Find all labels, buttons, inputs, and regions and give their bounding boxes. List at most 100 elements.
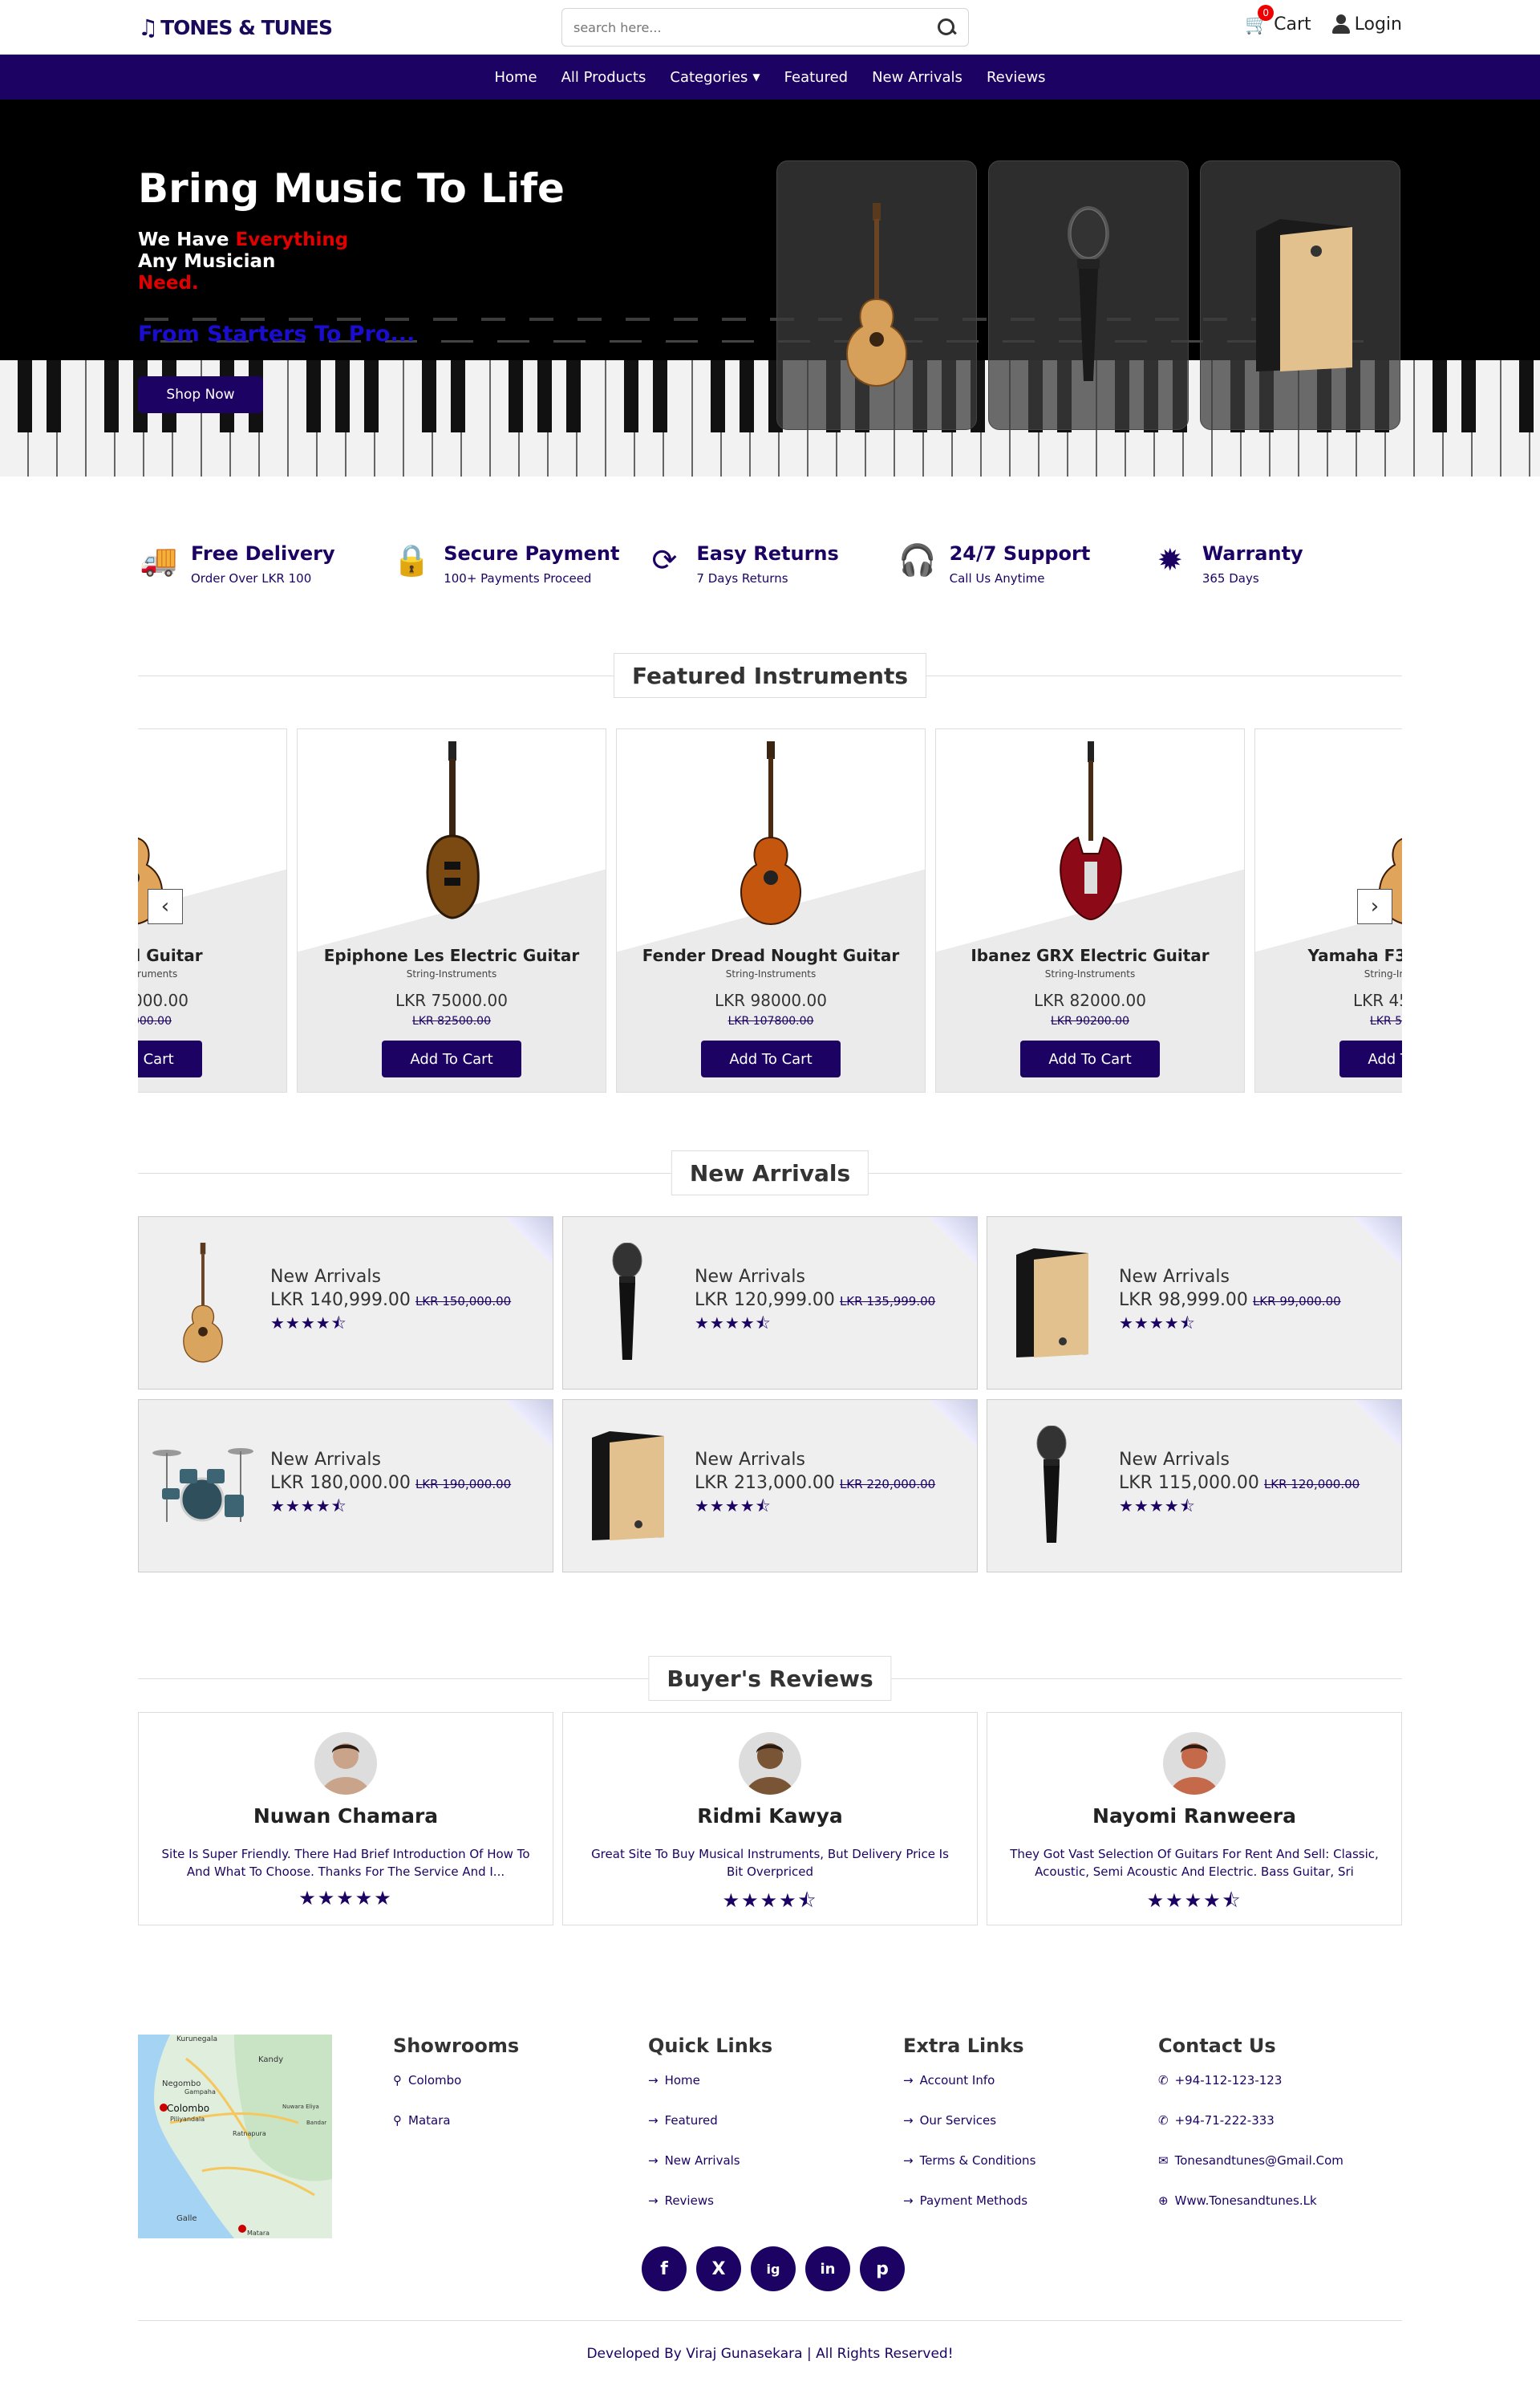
search-box[interactable]	[561, 8, 969, 47]
product-price: LKR 82000.00	[1034, 991, 1146, 1010]
product-category: String-Instruments	[138, 968, 178, 980]
review-text: Site Is Super Friendly. There Had Brief …	[161, 1847, 530, 1879]
arrival-old-price: LKR 150,000.00	[415, 1294, 512, 1309]
quick-link[interactable]: → New Arrivals	[648, 2153, 842, 2168]
music-note-icon: ♫	[138, 14, 158, 41]
add-to-cart-button[interactable]: Add To Cart	[382, 1041, 521, 1077]
arrival-old-price: LKR 190,000.00	[415, 1477, 512, 1491]
arrival-card[interactable]: New Arrivals LKR 115,000.00 LKR 120,000.0…	[987, 1399, 1402, 1572]
add-to-cart-button[interactable]: Add To Cart	[1020, 1041, 1160, 1077]
product-old-price: LKR 107800.00	[727, 1015, 814, 1028]
cart-button[interactable]: 🛒 0 Cart	[1245, 5, 1311, 35]
showroom-link[interactable]: ⚲ Matara	[393, 2113, 587, 2128]
review-card: Ridmi Kawya Great Site To Buy Musical In…	[562, 1712, 978, 1925]
extra-link[interactable]: → Terms & Conditions	[903, 2153, 1097, 2168]
product-old-price: LKR 90200.00	[1051, 1015, 1129, 1028]
nav-reviews[interactable]: Reviews	[987, 69, 1046, 86]
nav-featured[interactable]: Featured	[784, 69, 848, 86]
star-rating: ★★★★⯪	[1119, 1313, 1196, 1333]
arrival-title: New Arrivals	[1119, 1267, 1230, 1287]
facebook-icon[interactable]: f	[642, 2246, 687, 2291]
search-icon[interactable]	[936, 17, 957, 38]
site-logo[interactable]: ♫ TONES & TUNES	[138, 14, 333, 41]
location-map[interactable]: Kurunegala Kandy Negombo Gampaha Colombo…	[138, 2035, 332, 2238]
add-to-cart-button[interactable]: Add To Cart	[1339, 1041, 1402, 1077]
arrival-price: LKR 180,000.00 LKR 190,000.00	[270, 1473, 512, 1493]
arrival-card[interactable]: New Arrivals LKR 213,000.00 LKR 220,000.0…	[562, 1399, 978, 1572]
card-corner-decor	[505, 1217, 553, 1265]
product-category: String-Instruments	[1364, 968, 1402, 980]
nav-new-arrivals[interactable]: New Arrivals	[872, 69, 962, 86]
add-to-cart-button[interactable]: Add To Cart	[138, 1041, 202, 1077]
feature-secure-payment: 🔒 Secure Payment 100+ Payments Proceed	[391, 539, 643, 586]
arrival-card[interactable]: New Arrivals LKR 120,999.00 LKR 135,999.0…	[562, 1216, 978, 1390]
arrival-card[interactable]: New Arrivals LKR 98,999.00 LKR 99,000.00 …	[987, 1216, 1402, 1390]
card-corner-decor	[1353, 1217, 1401, 1265]
star-rating: ★★★★⯪	[722, 1889, 818, 1912]
reviewer-name: Nuwan Chamara	[253, 1804, 439, 1828]
hero-card-guitar[interactable]	[776, 160, 977, 430]
contact-phone[interactable]: ✆ +94-112-123-123	[1158, 2073, 1352, 2088]
star-rating: ★★★★★	[298, 1887, 393, 1909]
extra-link[interactable]: → Payment Methods	[903, 2193, 1097, 2208]
extra-link[interactable]: → Our Services	[903, 2113, 1097, 2128]
piano-black-key	[1433, 360, 1447, 432]
avatar	[1163, 1732, 1226, 1795]
arrival-price: LKR 98,999.00 LKR 99,000.00	[1119, 1290, 1341, 1310]
arrivals-grid: New Arrivals LKR 140,999.00 LKR 150,000.0…	[138, 1216, 1402, 1572]
top-header: ♫TONES & TUNES 🛒 0 Cart Login	[0, 0, 1540, 55]
instagram-icon[interactable]: ig	[751, 2246, 796, 2291]
hero-card-cajon[interactable]	[1200, 160, 1400, 430]
add-to-cart-button[interactable]: Add To Cart	[701, 1041, 841, 1077]
x-twitter-icon[interactable]: X	[696, 2246, 741, 2291]
svg-text:Kandy: Kandy	[258, 2055, 283, 2064]
carousel-next-button[interactable]: ›	[1357, 889, 1392, 924]
hero-tagline: We Have Everything Any Musician Need.	[138, 229, 349, 294]
extra-link[interactable]: → Account Info	[903, 2073, 1097, 2088]
arrival-image	[563, 1227, 691, 1379]
arrival-title: New Arrivals	[695, 1450, 805, 1470]
search-input[interactable]	[573, 19, 936, 35]
arrivals-section-heading: New Arrivals	[138, 1150, 1402, 1195]
quick-link[interactable]: → Home	[648, 2073, 842, 2088]
showroom-link[interactable]: ⚲ Colombo	[393, 2073, 587, 2088]
login-button[interactable]: Login	[1331, 14, 1402, 34]
product-card[interactable]: Fender Dread Nought Guitar String-Instru…	[616, 728, 926, 1093]
nav-home[interactable]: Home	[494, 69, 537, 86]
arrival-image	[139, 1227, 267, 1379]
quick-link[interactable]: → Reviews	[648, 2193, 842, 2208]
nav-all-products[interactable]: All Products	[561, 69, 646, 86]
contact-column: Contact Us ✆ +94-112-123-123 ✆ +94-71-222-…	[1097, 2035, 1352, 2238]
globe-icon: ⊕	[1158, 2193, 1169, 2208]
shop-now-button[interactable]: Shop Now	[138, 376, 263, 413]
svg-text:Piliyandala: Piliyandala	[170, 2116, 205, 2123]
pinterest-icon[interactable]: p	[860, 2246, 905, 2291]
product-card[interactable]: Ibanez GRX Electric Guitar String-Instru…	[935, 728, 1245, 1093]
arrow-right-icon: →	[648, 2113, 659, 2128]
contact-website[interactable]: ⊕ Www.Tonesandtunes.Lk	[1158, 2193, 1352, 2208]
product-name: Fender Dread Nought Guitar	[642, 946, 900, 965]
linkedin-icon[interactable]: in	[805, 2246, 850, 2291]
hero-card-microphone[interactable]	[988, 160, 1189, 430]
arrival-card[interactable]: New Arrivals LKR 180,000.00 LKR 190,000.0…	[138, 1399, 553, 1572]
quick-link[interactable]: → Featured	[648, 2113, 842, 2128]
card-corner-decor	[929, 1400, 977, 1448]
contact-phone[interactable]: ✆ +94-71-222-333	[1158, 2113, 1352, 2128]
nav-categories[interactable]: Categories ▼	[670, 69, 760, 86]
contact-email[interactable]: ✉ Tonesandtunes@Gmail.Com	[1158, 2153, 1352, 2168]
product-card[interactable]: Epiphone Les Electric Guitar String-Inst…	[297, 728, 606, 1093]
svg-text:Gampaha: Gampaha	[184, 2088, 216, 2096]
piano-black-key	[422, 360, 436, 432]
carousel-prev-button[interactable]: ‹	[148, 889, 183, 924]
piano-black-key	[740, 360, 754, 432]
arrow-right-icon: →	[903, 2073, 914, 2088]
arrival-card[interactable]: New Arrivals LKR 140,999.00 LKR 150,000.0…	[138, 1216, 553, 1390]
hero-title: Bring Music To Life	[138, 165, 565, 212]
arrival-image	[139, 1410, 267, 1562]
reviewer-name: Nayomi Ranweera	[1092, 1804, 1296, 1828]
arrival-old-price: LKR 120,000.00	[1263, 1477, 1360, 1491]
review-card: Nuwan Chamara Site Is Super Friendly. Th…	[138, 1712, 553, 1925]
featured-section-heading: Featured Instruments	[138, 653, 1402, 698]
svg-text:Colombo: Colombo	[167, 2103, 209, 2114]
feature-free-delivery: 🚚 Free Delivery Order Over LKR 100	[138, 539, 391, 586]
